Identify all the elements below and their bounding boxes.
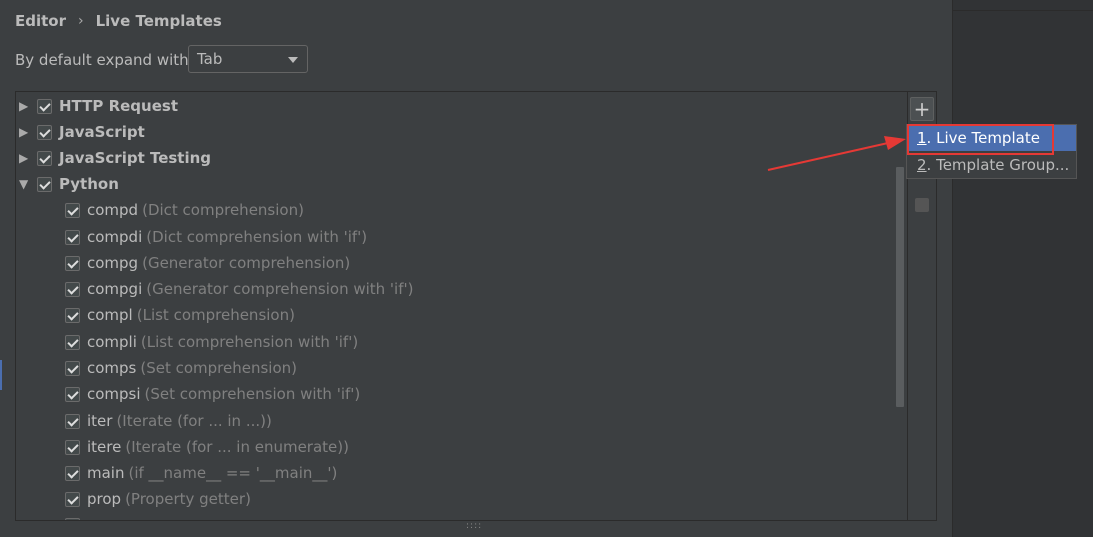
- template-row[interactable]: prop (Property getter): [65, 486, 251, 512]
- template-abbreviation: compdi: [87, 228, 143, 246]
- expand-label: By default expand with: [15, 51, 189, 69]
- template-checkbox[interactable]: [65, 255, 80, 271]
- tree-group-javascript[interactable]: ▶ JavaScript: [19, 119, 145, 145]
- menu-item-live-template[interactable]: 1. Live Template: [907, 125, 1076, 151]
- template-description: (Generator comprehension): [142, 254, 351, 272]
- expand-arrow-icon[interactable]: ▶: [19, 151, 37, 165]
- template-checkbox[interactable]: [65, 334, 80, 350]
- template-row[interactable]: itere (Iterate (for ... in enumerate)): [65, 434, 349, 460]
- group-checkbox[interactable]: [37, 124, 52, 140]
- expand-arrow-icon[interactable]: ▶: [19, 99, 37, 113]
- template-row[interactable]: compl (List comprehension): [65, 302, 295, 328]
- template-checkbox[interactable]: [65, 491, 80, 507]
- mnemonic-1: 1: [917, 129, 927, 147]
- plus-icon: +: [913, 97, 931, 121]
- expand-key-select[interactable]: Tab: [188, 45, 308, 73]
- chevron-down-icon: [288, 57, 298, 63]
- template-checkbox[interactable]: [65, 386, 80, 402]
- right-side-panel: [952, 0, 1093, 537]
- template-row[interactable]: iter (Iterate (for ... in ...)): [65, 408, 272, 434]
- menu-item-template-group[interactable]: 2. Template Group...: [907, 152, 1076, 178]
- template-description: (Set comprehension with 'if'): [144, 385, 361, 403]
- selection-marker: [0, 360, 2, 390]
- template-description: (List comprehension with 'if'): [140, 333, 359, 351]
- template-checkbox[interactable]: [65, 465, 80, 481]
- template-description: (if __name__ == '__main__'): [128, 464, 338, 482]
- resize-grip-icon[interactable]: ::::: [466, 521, 482, 531]
- template-abbreviation: itere: [87, 438, 122, 456]
- template-row[interactable]: comps (Set comprehension): [65, 355, 297, 381]
- menu-label: . Live Template: [926, 129, 1040, 147]
- add-button[interactable]: +: [910, 97, 934, 121]
- template-abbreviation: comps: [87, 359, 137, 377]
- template-abbreviation: compg: [87, 254, 139, 272]
- menu-label: . Template Group...: [926, 156, 1070, 174]
- tree-group-javascript-testing[interactable]: ▶ JavaScript Testing: [19, 145, 211, 171]
- template-abbreviation: compsi: [87, 385, 141, 403]
- group-checkbox[interactable]: [37, 176, 52, 192]
- template-row[interactable]: main (if __name__ == '__main__'): [65, 460, 337, 486]
- template-checkbox[interactable]: [65, 281, 80, 297]
- group-checkbox[interactable]: [37, 150, 52, 166]
- tree-group-python[interactable]: ▼ Python: [19, 171, 119, 197]
- template-row[interactable]: compgi (Generator comprehension with 'if…: [65, 276, 413, 302]
- chevron-right-icon: ›: [78, 13, 84, 29]
- group-label: JavaScript: [59, 123, 145, 141]
- template-row-partial[interactable]: [65, 512, 87, 520]
- copy-icon[interactable]: [915, 198, 929, 212]
- group-checkbox[interactable]: [37, 98, 52, 114]
- template-abbreviation: compgi: [87, 280, 143, 298]
- template-abbreviation: compd: [87, 201, 139, 219]
- breadcrumb-live-templates: Live Templates: [95, 12, 222, 30]
- template-row[interactable]: compg (Generator comprehension): [65, 250, 350, 276]
- template-checkbox[interactable]: [65, 229, 80, 245]
- template-description: (Property getter): [125, 490, 251, 508]
- group-label: JavaScript Testing: [59, 149, 212, 167]
- group-label: Python: [59, 175, 119, 193]
- panel-divider: [952, 10, 1093, 11]
- collapse-arrow-icon[interactable]: ▼: [19, 177, 37, 191]
- template-description: (Iterate (for ... in enumerate)): [125, 438, 349, 456]
- template-abbreviation: compli: [87, 333, 137, 351]
- breadcrumb-editor[interactable]: Editor: [15, 12, 66, 30]
- template-checkbox[interactable]: [65, 202, 80, 218]
- template-checkbox[interactable]: [65, 517, 80, 520]
- expand-setting: By default expand with Tab: [15, 45, 308, 75]
- add-popup-menu: 1. Live Template 2. Template Group...: [906, 124, 1077, 179]
- template-description: (Iterate (for ... in ...)): [116, 412, 272, 430]
- expand-key-value: Tab: [197, 50, 223, 68]
- template-abbreviation: compl: [87, 306, 133, 324]
- template-checkbox[interactable]: [65, 307, 80, 323]
- template-checkbox[interactable]: [65, 413, 80, 429]
- vertical-scrollbar[interactable]: [896, 167, 904, 407]
- template-abbreviation: main: [87, 464, 125, 482]
- templates-tree: ▶ HTTP Request ▶ JavaScript ▶ JavaScript…: [15, 91, 937, 521]
- template-description: (Dict comprehension with 'if'): [146, 228, 368, 246]
- template-row[interactable]: compsi (Set comprehension with 'if'): [65, 381, 360, 407]
- template-abbreviation: prop: [87, 490, 122, 508]
- group-label: HTTP Request: [59, 97, 178, 115]
- mnemonic-2: 2: [917, 156, 927, 174]
- template-checkbox[interactable]: [65, 439, 80, 455]
- template-description: (List comprehension): [136, 306, 295, 324]
- tree-group-http-request[interactable]: ▶ HTTP Request: [19, 93, 178, 119]
- template-description: (Set comprehension): [140, 359, 298, 377]
- template-row[interactable]: compd (Dict comprehension): [65, 197, 304, 223]
- template-checkbox[interactable]: [65, 360, 80, 376]
- expand-arrow-icon[interactable]: ▶: [19, 125, 37, 139]
- template-description: (Dict comprehension): [142, 201, 304, 219]
- template-description: (Generator comprehension with 'if'): [146, 280, 414, 298]
- template-row[interactable]: compdi (Dict comprehension with 'if'): [65, 224, 367, 250]
- template-row[interactable]: compli (List comprehension with 'if'): [65, 329, 358, 355]
- breadcrumb: Editor › Live Templates: [15, 10, 222, 32]
- panel-separator: [952, 0, 953, 537]
- template-abbreviation: iter: [87, 412, 113, 430]
